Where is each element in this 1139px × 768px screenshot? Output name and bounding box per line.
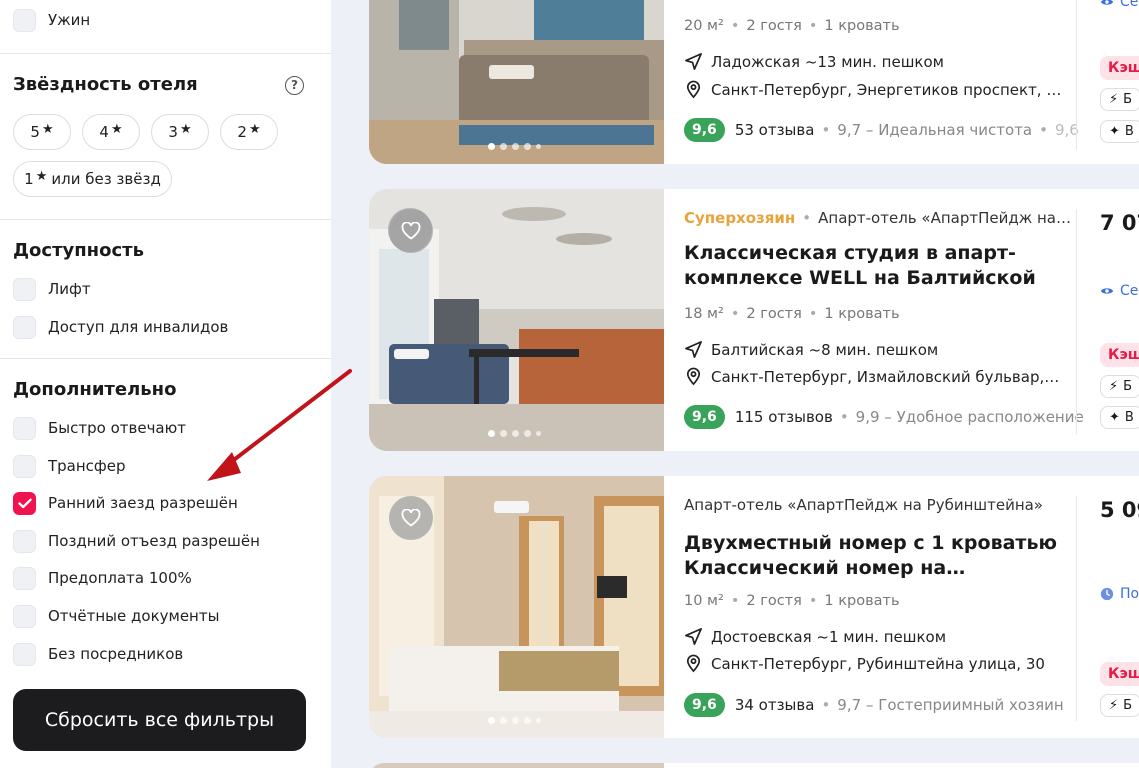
annotation-arrow: [207, 369, 352, 481]
